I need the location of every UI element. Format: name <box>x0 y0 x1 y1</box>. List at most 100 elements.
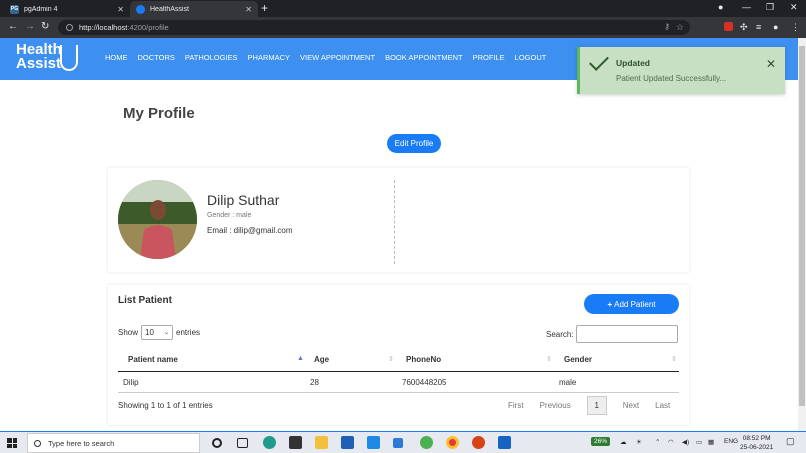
nav-home[interactable]: HOME <box>105 53 128 62</box>
checkmark-icon <box>589 51 609 71</box>
power-icon[interactable]: ▭ <box>696 438 702 446</box>
app-icon[interactable] <box>393 438 403 448</box>
info-icon[interactable] <box>66 24 73 31</box>
edit-profile-button[interactable]: Edit Profile <box>387 134 441 153</box>
sort-icon[interactable]: ⇕ <box>546 355 552 363</box>
reading-list-icon[interactable]: ≡ <box>756 22 761 32</box>
table-info: Showing 1 to 1 of 1 entries <box>118 401 213 410</box>
plus-icon: + <box>607 299 613 309</box>
show-label: Show <box>118 328 139 337</box>
tab-healthassist[interactable]: HealthAssist ✕ <box>130 1 258 17</box>
taskbar-search[interactable]: Type here to search <box>27 433 200 453</box>
page-scrollbar[interactable] <box>798 38 806 431</box>
vscode-icon[interactable] <box>367 436 380 449</box>
more-menu-icon[interactable]: ⋮ <box>791 22 800 32</box>
sort-icon[interactable]: ⇕ <box>671 355 677 363</box>
add-patient-button[interactable]: + Add Patient <box>584 294 679 314</box>
globe-icon <box>136 4 145 14</box>
nav-doctors[interactable]: DOCTORS <box>138 53 175 62</box>
col-patient-name[interactable]: Patient name <box>128 355 178 364</box>
main-nav: HOME DOCTORS PATHOLOGIES PHARMACY VIEW A… <box>105 53 556 62</box>
health-assist-logo[interactable]: Health Assist <box>16 42 78 71</box>
forward-arrow-icon[interactable]: → <box>25 21 35 33</box>
clock-date: 25-06-2021 <box>740 444 774 451</box>
search-icon <box>34 439 41 447</box>
file-explorer-icon[interactable] <box>315 436 328 449</box>
pgadmin-icon: PG <box>10 4 19 14</box>
add-patient-label: Add Patient <box>614 299 656 309</box>
record-icon[interactable]: ● <box>718 2 723 12</box>
next-page-button[interactable]: Next <box>615 401 647 410</box>
onedrive-icon[interactable]: ☁ <box>620 438 627 446</box>
photos-icon[interactable] <box>498 436 511 449</box>
entries-select[interactable]: 10 ⌄ <box>141 325 174 340</box>
col-gender[interactable]: Gender <box>564 355 592 364</box>
nav-pharmacy[interactable]: PHARMACY <box>248 53 291 62</box>
volume-icon[interactable]: ◀) <box>682 438 689 446</box>
first-page-button[interactable]: First <box>500 401 532 410</box>
url-bar[interactable]: http://localhost :4200/profile ⚷ ☆ <box>58 20 690 35</box>
nav-view-appointment[interactable]: VIEW APPOINTMENT <box>300 53 375 62</box>
last-page-button[interactable]: Last <box>647 401 678 410</box>
app-icon[interactable] <box>420 436 433 449</box>
search-label: Search: <box>546 329 574 339</box>
toast-message: Patient Updated Successfully... <box>616 74 727 83</box>
success-toast[interactable]: Updated Patient Updated Successfully... … <box>577 47 785 94</box>
chevron-up-icon[interactable]: ⌃ <box>655 438 660 446</box>
nav-pathologies[interactable]: PATHOLOGIES <box>185 53 238 62</box>
minimize-button[interactable]: — <box>742 2 751 12</box>
store-icon[interactable] <box>289 436 302 449</box>
sort-icon[interactable]: ⇕ <box>388 355 394 363</box>
col-age[interactable]: Age <box>314 355 329 364</box>
powerpoint-icon[interactable] <box>472 436 485 449</box>
chevron-down-icon: ⌄ <box>163 330 170 336</box>
current-page-button[interactable]: 1 <box>586 396 607 415</box>
task-view-icon[interactable] <box>237 438 248 448</box>
patient-list-card: List Patient + Add Patient Show 10 ⌄ ent… <box>108 285 689 425</box>
key-icon[interactable]: ⚷ <box>664 22 670 31</box>
edge-icon[interactable] <box>263 436 276 449</box>
chrome-icon[interactable] <box>446 436 459 449</box>
close-icon[interactable]: ✕ <box>766 57 776 71</box>
nav-logout[interactable]: LOGOUT <box>515 53 547 62</box>
tab-pgadmin[interactable]: PG pgAdmin 4 ✕ <box>4 1 130 17</box>
search-input[interactable] <box>575 325 678 343</box>
extension-icon[interactable] <box>724 22 733 31</box>
taskbar-search-placeholder: Type here to search <box>48 438 115 448</box>
url-host: http://localhost <box>79 23 128 32</box>
language-indicator[interactable]: ENG <box>724 438 738 445</box>
network-icon[interactable]: ◠ <box>668 438 674 446</box>
keyboard-icon[interactable]: ▦ <box>708 438 714 446</box>
cell-gender: male <box>559 378 577 387</box>
table-row[interactable]: Dilip 28 7600448205 male <box>118 372 679 393</box>
bookmark-star-icon[interactable]: ☆ <box>676 22 684 33</box>
nav-profile[interactable]: PROFILE <box>473 53 505 62</box>
close-tab-icon[interactable]: ✕ <box>117 5 124 14</box>
notifications-icon[interactable]: ▢ <box>786 436 795 447</box>
nav-book-appointment[interactable]: BOOK APPOINTMENT <box>385 53 463 62</box>
puzzle-icon[interactable]: ✣ <box>740 22 748 32</box>
scrollbar-thumb[interactable] <box>799 46 805 406</box>
weather-icon[interactable]: ☀ <box>636 438 642 446</box>
tab-title: HealthAssist <box>150 5 189 13</box>
list-title: List Patient <box>118 295 172 306</box>
battery-indicator[interactable]: 26% <box>591 437 611 446</box>
windows-taskbar: Type here to search 26% ☁ ☀ ⌃ ◠ ◀) ▭ ▦ E… <box>0 431 806 453</box>
taskbar-clock[interactable]: 08:52 PM 25-06-2021 <box>740 434 773 452</box>
profile-avatar-icon[interactable]: ● <box>773 22 778 32</box>
restore-button[interactable]: ❐ <box>766 2 774 13</box>
back-arrow-icon[interactable]: ← <box>8 21 18 33</box>
pagination: First Previous 1 Next Last <box>500 396 678 415</box>
windows-start-icon[interactable] <box>7 438 17 448</box>
close-tab-icon[interactable]: ✕ <box>245 5 252 14</box>
sort-asc-icon[interactable]: ▲ <box>297 355 304 362</box>
mail-icon[interactable] <box>341 436 354 449</box>
address-toolbar: ← → ↻ http://localhost :4200/profile ⚷ ☆… <box>0 17 806 38</box>
previous-page-button[interactable]: Previous <box>532 401 579 410</box>
col-phone[interactable]: PhoneNo <box>406 355 441 364</box>
avatar <box>118 180 197 259</box>
reload-icon[interactable]: ↻ <box>41 21 49 33</box>
new-tab-button[interactable]: + <box>261 2 268 14</box>
close-window-button[interactable]: ✕ <box>790 2 798 13</box>
cortana-icon[interactable] <box>212 438 222 448</box>
